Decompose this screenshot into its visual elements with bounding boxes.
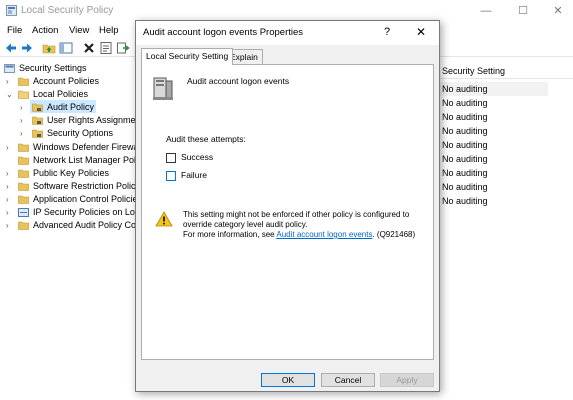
menu-help[interactable]: Help xyxy=(99,25,119,36)
apply-button[interactable]: Apply xyxy=(380,373,434,387)
chevron-right-icon[interactable]: › xyxy=(6,167,14,180)
folder-icon xyxy=(18,182,29,191)
tree-label: Security Settings xyxy=(19,63,87,73)
tree-label: Audit Policy xyxy=(47,102,95,112)
list-item[interactable]: No auditing xyxy=(442,82,488,96)
delete-icon[interactable] xyxy=(82,41,96,55)
menu-action[interactable]: Action xyxy=(32,25,58,36)
chevron-down-icon[interactable]: ⌄ xyxy=(6,88,14,101)
list-item[interactable]: No auditing xyxy=(442,96,488,110)
tree-label: Security Options xyxy=(47,128,114,138)
tree-label: IP Security Policies on Local xyxy=(33,207,137,217)
chevron-right-icon[interactable]: › xyxy=(6,141,14,154)
ok-button[interactable]: OK xyxy=(261,373,315,387)
chevron-right-icon[interactable]: › xyxy=(6,75,14,88)
dialog-title-bar: Audit account logon events Properties ? … xyxy=(136,21,439,45)
tab-panel: Audit account logon events Audit these a… xyxy=(141,64,434,360)
chevron-right-icon[interactable]: › xyxy=(6,180,14,193)
tree-label: Network List Manager Policies xyxy=(33,155,137,165)
list-item[interactable]: No auditing xyxy=(442,124,488,138)
folder-lock-icon xyxy=(32,129,43,138)
folder-icon xyxy=(18,143,29,152)
tree-label: Windows Defender Firewall xyxy=(33,142,137,152)
list-item[interactable]: No auditing xyxy=(442,166,488,180)
menu-view[interactable]: View xyxy=(69,25,89,36)
server-policy-icon xyxy=(153,77,173,100)
folder-open-icon xyxy=(18,90,29,99)
success-label[interactable]: Success xyxy=(181,152,213,162)
more-info-line: For more information, see Audit account … xyxy=(183,230,423,240)
failure-label[interactable]: Failure xyxy=(181,170,207,180)
kb-reference: . (Q921468) xyxy=(372,230,416,239)
list-item[interactable]: No auditing xyxy=(442,110,488,124)
policy-name: Audit account logon events xyxy=(187,76,290,86)
chevron-right-icon[interactable]: › xyxy=(6,193,14,206)
menu-file[interactable]: File xyxy=(7,25,22,36)
list-item[interactable]: No auditing xyxy=(442,138,488,152)
minimize-button[interactable]: — xyxy=(472,2,500,20)
tree-label: Application Control Policies xyxy=(33,194,137,204)
tree-label: Local Policies xyxy=(33,89,89,99)
chevron-right-icon[interactable]: › xyxy=(6,206,14,219)
export-icon[interactable] xyxy=(116,41,130,55)
properties-dialog: Audit account logon events Properties ? … xyxy=(135,20,440,392)
maximize-button[interactable]: ☐ xyxy=(509,2,537,20)
close-dialog-button[interactable]: ✕ xyxy=(416,25,426,39)
title-bar: Local Security Policy — ☐ ✕ xyxy=(0,0,573,22)
close-window-button[interactable]: ✕ xyxy=(544,2,572,20)
window-title: Local Security Policy xyxy=(21,5,114,16)
warning-message: This setting might not be enforced if ot… xyxy=(183,210,423,240)
cancel-button[interactable]: Cancel xyxy=(321,373,375,387)
properties-icon[interactable] xyxy=(99,41,113,55)
tab-local-security-setting[interactable]: Local Security Setting xyxy=(141,48,234,65)
chevron-right-icon[interactable]: › xyxy=(6,219,14,232)
list-item[interactable]: No auditing xyxy=(442,152,488,166)
audit-attempts-label: Audit these attempts: xyxy=(166,134,246,144)
security-policy-app-icon xyxy=(6,5,17,16)
list-item[interactable]: No auditing xyxy=(442,180,488,194)
show-hide-tree-icon[interactable] xyxy=(59,41,73,55)
tree-label: Public Key Policies xyxy=(33,168,110,178)
folder-icon xyxy=(18,221,29,230)
folder-icon xyxy=(18,195,29,204)
column-header-security-setting[interactable]: Security Setting xyxy=(436,63,573,79)
failure-checkbox[interactable] xyxy=(166,171,176,181)
policy-list-pane: Security Setting No auditing No auditing… xyxy=(436,58,573,400)
column-header-label: Security Setting xyxy=(442,66,506,76)
chevron-right-icon[interactable]: › xyxy=(20,114,28,127)
tree-label: Account Policies xyxy=(33,76,100,86)
dialog-title: Audit account logon events Properties xyxy=(143,27,304,38)
security-settings-icon xyxy=(4,64,15,73)
folder-icon xyxy=(18,169,29,178)
chevron-right-icon[interactable]: › xyxy=(20,101,28,114)
warning-icon xyxy=(155,211,173,227)
back-arrow-icon[interactable] xyxy=(4,41,18,55)
audit-account-logon-events-link[interactable]: Audit account logon events xyxy=(276,230,372,239)
folder-icon xyxy=(18,77,29,86)
chevron-right-icon[interactable]: › xyxy=(20,127,28,140)
help-button[interactable]: ? xyxy=(384,26,390,38)
tree-label: Advanced Audit Policy Configuration xyxy=(33,220,137,230)
success-checkbox[interactable] xyxy=(166,153,176,163)
warning-text-line: This setting might not be enforced if ot… xyxy=(183,210,410,229)
folder-lock-icon xyxy=(32,103,43,112)
folder-icon xyxy=(18,156,29,165)
up-folder-icon[interactable] xyxy=(42,41,56,55)
more-info-prefix: For more information, see xyxy=(183,230,277,239)
list-item[interactable]: No auditing xyxy=(442,194,488,208)
forward-arrow-icon[interactable] xyxy=(20,41,34,55)
tree-label: Software Restriction Policies xyxy=(33,181,137,191)
tree-label: User Rights Assignment xyxy=(47,115,137,125)
folder-lock-icon xyxy=(32,116,43,125)
navigation-tree: Security Settings › Account Policies ⌄ L… xyxy=(0,58,137,400)
ip-security-icon xyxy=(18,208,29,217)
